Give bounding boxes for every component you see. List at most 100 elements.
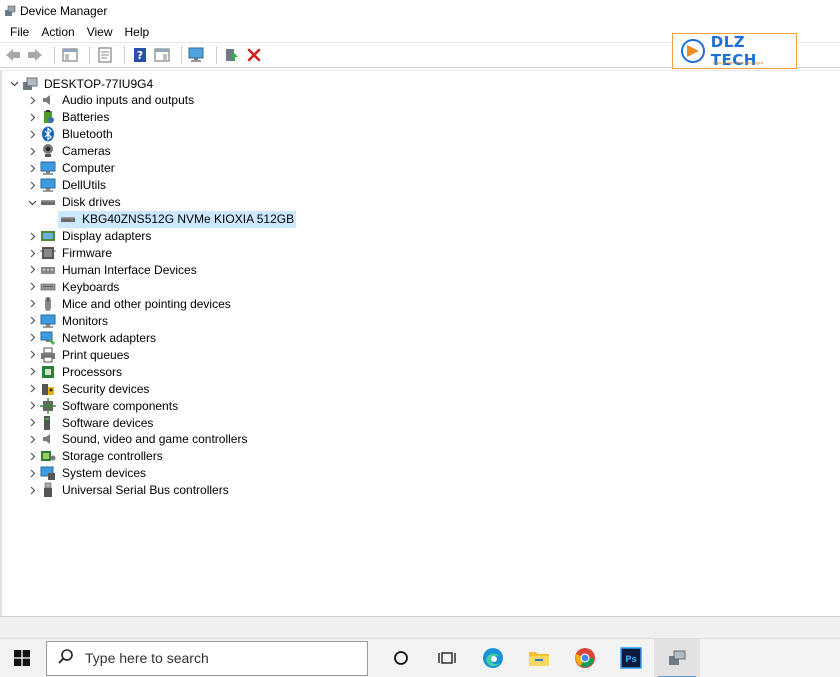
chevron-right-icon[interactable] [26,482,38,499]
tree-category-label: Firmware [62,246,112,260]
tree-category[interactable]: Storage controllers [26,448,165,465]
tree-device-label: KBG40ZNS512G NVMe KIOXIA 512GB [82,212,295,227]
menu-file[interactable]: File [4,22,35,42]
tree-category[interactable]: Monitors [26,312,110,329]
disk-drive-icon [60,211,76,227]
chevron-right-icon[interactable] [26,397,38,414]
chevron-right-icon[interactable] [26,160,38,177]
battery-icon [40,109,56,125]
tree-category[interactable]: Sound, video and game controllers [26,431,249,448]
chevron-right-icon[interactable] [26,92,38,109]
tree-category[interactable]: Audio inputs and outputs [26,92,196,109]
chevron-down-icon[interactable] [26,194,38,211]
file-explorer-icon[interactable] [516,639,562,677]
tree-category[interactable]: DellUtils [26,177,108,194]
tree-category[interactable]: Software devices [26,414,155,431]
chevron-right-icon[interactable] [26,465,38,482]
chevron-right-icon[interactable] [26,380,38,397]
chevron-right-icon[interactable] [26,346,38,363]
chevron-right-icon[interactable] [26,329,38,346]
window-title: Device Manager [20,4,108,18]
show-hide-console-tree-icon[interactable] [61,46,79,64]
scan-hardware-icon[interactable] [188,46,206,64]
tree-category[interactable]: System devices [26,465,148,482]
tree-category[interactable]: Cameras [26,143,113,160]
tree-category-label: System devices [62,466,147,481]
title-bar: Device Manager [0,0,840,22]
tree-category[interactable]: Human Interface Devices [26,261,199,278]
forward-arrow-icon[interactable] [26,46,44,64]
tree-category[interactable]: Processors [26,363,124,380]
status-bar [0,616,840,638]
chevron-right-icon[interactable] [26,261,38,278]
tree-category-label: Computer [62,161,115,176]
usb-icon [40,482,56,498]
photoshop-icon[interactable]: Ps [608,639,654,677]
tree-category[interactable]: Keyboards [26,278,121,295]
back-arrow-icon[interactable] [4,46,22,64]
taskbar-search-box[interactable]: Type here to search [46,640,368,676]
tree-category-label: Display adapters [62,229,152,244]
tree-category-label: DellUtils [62,178,107,193]
chevron-right-icon[interactable] [26,448,38,465]
tree-category[interactable]: Bluetooth [26,126,115,143]
device-manager-taskbar-icon[interactable] [654,638,700,677]
uninstall-device-icon[interactable] [245,46,263,64]
windows-start-icon[interactable] [0,639,44,677]
chrome-icon[interactable] [562,639,608,677]
tree-category[interactable]: Mice and other pointing devices [26,295,233,312]
menu-action[interactable]: Action [35,22,80,42]
properties-icon[interactable] [96,46,114,64]
disk-drive-icon [40,194,56,210]
tree-category-label: Bluetooth [62,127,113,142]
processor-icon [40,364,56,380]
tree-category[interactable]: Computer [26,160,117,177]
storage-controller-icon [40,448,56,464]
tree-category[interactable]: Security devices [26,380,151,397]
device-manager-icon [4,5,16,17]
update-driver-icon[interactable] [223,46,241,64]
tree-category[interactable]: Firmware [26,245,114,262]
hid-icon [40,262,56,278]
tree-category[interactable]: Network adapters [26,329,158,346]
task-view-icon[interactable] [424,639,470,677]
mouse-icon [40,296,56,312]
tree-category[interactable]: Universal Serial Bus controllers [26,482,231,499]
menu-view[interactable]: View [81,22,119,42]
edge-icon[interactable] [470,639,516,677]
chevron-right-icon[interactable] [26,228,38,245]
bluetooth-icon [40,126,56,142]
network-icon [40,330,56,346]
chevron-right-icon[interactable] [26,414,38,431]
tree-device[interactable]: KBG40ZNS512G NVMe KIOXIA 512GB [58,210,297,228]
tree-category[interactable]: Display adapters [26,228,153,245]
chevron-down-icon[interactable] [8,75,20,92]
tree-category-label: Universal Serial Bus controllers [62,483,229,498]
tree-category-label: Security devices [62,381,150,396]
chevron-right-icon[interactable] [26,245,38,262]
tree-category[interactable]: Print queues [26,346,131,363]
chevron-right-icon[interactable] [26,431,38,448]
tree-category[interactable]: Software components [26,397,180,414]
tree-category-label: Disk drives [62,195,121,210]
chevron-right-icon[interactable] [26,143,38,160]
cortana-icon[interactable] [378,639,424,677]
chevron-right-icon[interactable] [26,177,38,194]
monitor-icon [40,313,56,329]
chevron-right-icon[interactable] [26,312,38,329]
chevron-right-icon[interactable] [26,295,38,312]
help-icon[interactable]: ? [131,46,149,64]
tree-category[interactable]: Batteries [26,109,111,126]
toolbar-separator [89,46,90,64]
action-pane-icon[interactable] [153,46,171,64]
chevron-right-icon[interactable] [26,109,38,126]
chevron-right-icon[interactable] [26,126,38,143]
menu-help[interactable]: Help [119,22,156,42]
tree-root[interactable]: DESKTOP-77IU9G4 [8,75,155,92]
logo-subtitle: Chia sẻ kiến thức công nghệ [713,60,764,65]
toolbar-separator [124,46,125,64]
chevron-right-icon[interactable] [26,278,38,295]
toolbar-separator [181,46,182,64]
chevron-right-icon[interactable] [26,363,38,380]
tree-category[interactable]: Disk drives [26,194,123,211]
